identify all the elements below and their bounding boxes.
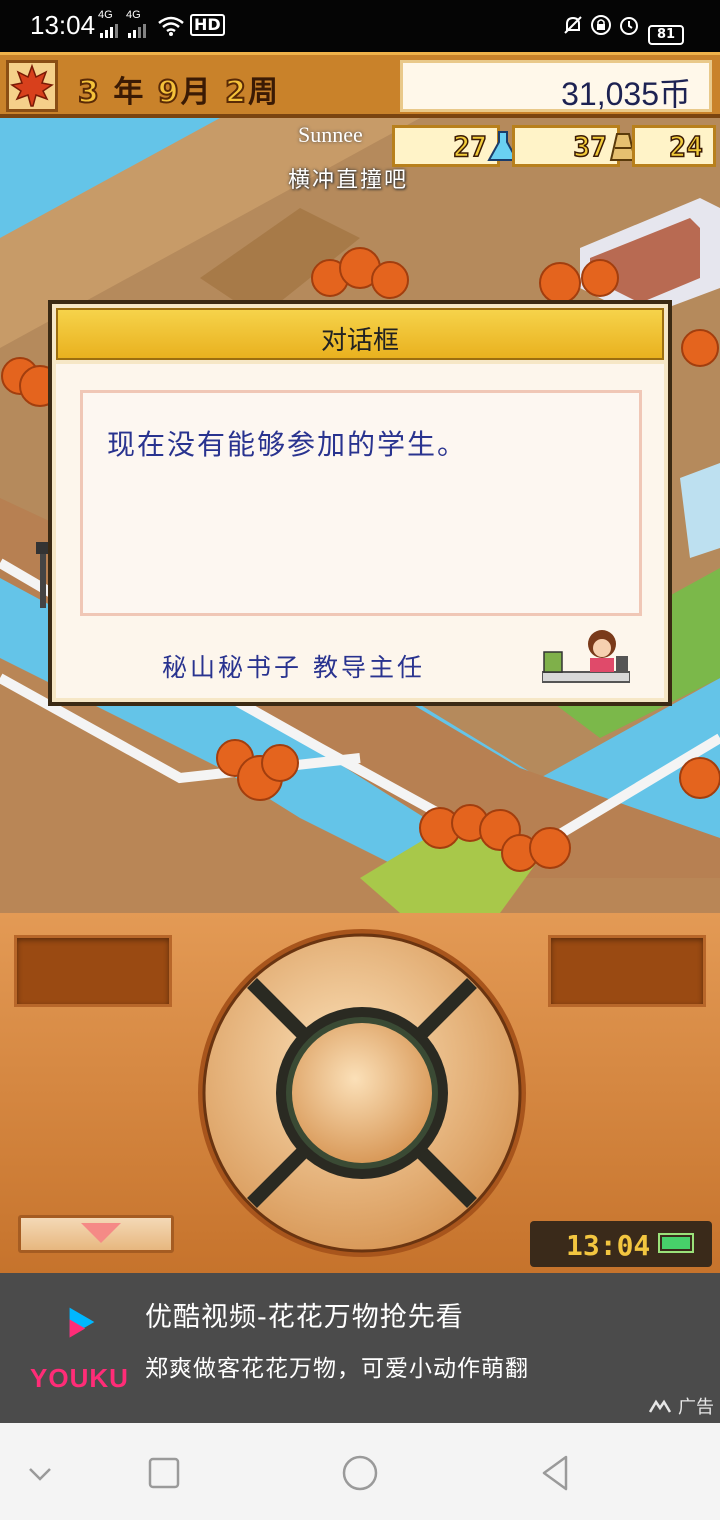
signal-bars-1-icon xyxy=(100,24,118,38)
year-unit: 年 xyxy=(113,75,146,110)
menu-down-button[interactable] xyxy=(18,1215,174,1253)
back-icon[interactable] xyxy=(536,1453,576,1493)
dialog-box[interactable]: 对话框 现在没有能够参加的学生。 秘山秘书子 教导主任 xyxy=(48,300,672,706)
week-unit: 周 xyxy=(247,75,280,110)
collapse-icon[interactable] xyxy=(20,1453,60,1493)
stat-value-2: 37 xyxy=(573,129,608,164)
month-value: 9 xyxy=(157,74,181,111)
stat-value-3: 24 xyxy=(669,129,704,164)
dpad[interactable] xyxy=(196,927,528,1259)
alarm-icon xyxy=(620,17,638,35)
week-value: 2 xyxy=(224,74,248,111)
money-display: 31,035币 xyxy=(400,60,712,112)
signal-label-2: 4G xyxy=(126,9,141,21)
ad-label: 广告 xyxy=(648,1393,714,1419)
year-value: 3 xyxy=(77,74,101,111)
player-name: Sunnee xyxy=(298,122,363,147)
game-top-bar: 3 年 9月 2周 31,035币 xyxy=(0,52,720,118)
stats-row: 27 37 24 xyxy=(392,125,720,167)
stat-value-1: 27 xyxy=(453,129,488,164)
recent-apps-icon[interactable] xyxy=(144,1453,184,1493)
down-arrow-icon xyxy=(81,1223,121,1243)
dialog-message: 现在没有能够参加的学生。 xyxy=(107,428,468,461)
battery-indicator: 81 xyxy=(648,25,684,45)
lock-rotation-icon xyxy=(591,15,611,35)
status-bar: 13:04 4G 4G HD 81 xyxy=(0,0,720,52)
signal-bars-2-icon xyxy=(128,24,146,38)
ad-banner[interactable]: YOUKU 优酷视频-花花万物抢先看 郑爽做客花花万物，可爱小动作萌翻 广告 xyxy=(0,1273,720,1423)
ad-title: 优酷视频-花花万物抢先看 xyxy=(145,1302,464,1333)
hd-icon: HD xyxy=(190,14,225,36)
battery-icon xyxy=(658,1233,694,1253)
controller-panel: 13:04 xyxy=(0,913,720,1273)
ad-description: 郑爽做客花花万物，可爱小动作萌翻 xyxy=(145,1356,529,1382)
banner-text: 横冲直撞吧 xyxy=(288,168,409,193)
stat-box-1: 27 xyxy=(392,125,519,167)
maple-leaf-icon xyxy=(10,63,54,107)
youku-brand: YOUKU xyxy=(30,1363,129,1393)
speaker-name: 秘山秘书子 教导主任 xyxy=(162,653,425,682)
signal-label-1: 4G xyxy=(98,9,113,21)
season-badge xyxy=(6,60,58,112)
mute-bell-icon xyxy=(564,16,582,34)
dialog-title: 对话框 xyxy=(320,326,399,356)
right-slot-button[interactable] xyxy=(548,935,706,1007)
ad-mark-icon xyxy=(648,1399,672,1413)
speaker-portrait xyxy=(542,630,630,683)
left-slot-button[interactable] xyxy=(14,935,172,1007)
dialog-body: 现在没有能够参加的学生。 秘山秘书子 教导主任 xyxy=(56,364,664,698)
wifi-icon xyxy=(158,16,184,36)
youku-logo-icon xyxy=(69,1307,95,1338)
money-value: 31,035币 xyxy=(561,76,691,112)
ad-label-text: 广告 xyxy=(678,1397,714,1418)
month-unit: 月 xyxy=(180,75,213,110)
game-clock: 13:04 xyxy=(566,1229,651,1262)
message-box: 现在没有能够参加的学生。 xyxy=(80,390,642,616)
stat-box-3: 24 xyxy=(632,125,716,167)
status-time: 13:04 xyxy=(30,10,96,40)
stat-box-2: 37 xyxy=(512,125,637,167)
dialog-title-bar: 对话框 xyxy=(56,308,664,360)
system-nav-bar xyxy=(0,1423,720,1520)
clock-panel: 13:04 xyxy=(530,1221,712,1267)
game-date: 3 年 9月 2周 xyxy=(77,67,280,111)
home-icon[interactable] xyxy=(340,1453,380,1493)
